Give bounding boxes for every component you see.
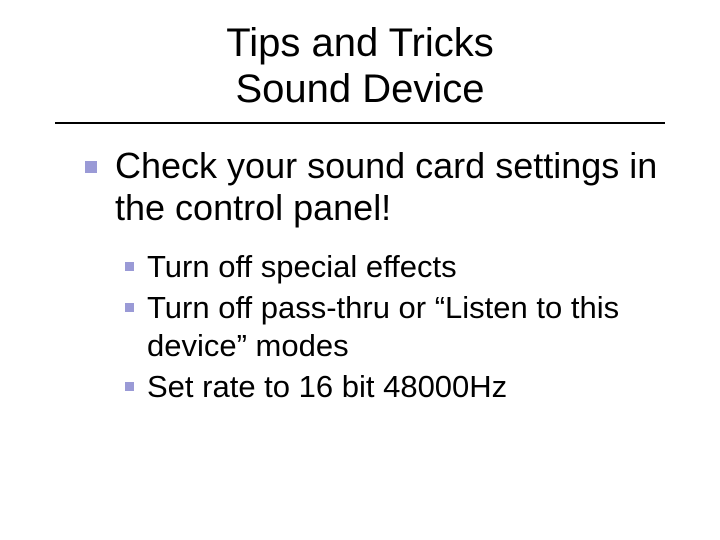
bullet-level2-group: Turn off special effects Turn off pass-t… — [147, 248, 675, 407]
title-line-2: Sound Device — [0, 66, 720, 112]
bullet-text: Check your sound card settings in the co… — [115, 145, 657, 228]
bullet-level1: Check your sound card settings in the co… — [115, 145, 675, 230]
bullet-text: Turn off special effects — [147, 249, 457, 284]
title-line-1: Tips and Tricks — [0, 20, 720, 66]
square-bullet-icon — [125, 303, 134, 312]
slide-title: Tips and Tricks Sound Device — [0, 20, 720, 112]
slide: Tips and Tricks Sound Device Check your … — [0, 0, 720, 540]
square-bullet-icon — [125, 262, 134, 271]
bullet-level2: Turn off pass-thru or “Listen to this de… — [147, 289, 675, 367]
bullet-text: Turn off pass-thru or “Listen to this de… — [147, 290, 619, 364]
square-bullet-icon — [125, 382, 134, 391]
bullet-text: Set rate to 16 bit 48000Hz — [147, 369, 507, 404]
title-underline — [55, 122, 665, 124]
slide-body: Check your sound card settings in the co… — [115, 145, 675, 409]
square-bullet-icon — [85, 161, 97, 173]
bullet-level2: Turn off special effects — [147, 248, 675, 287]
bullet-level2: Set rate to 16 bit 48000Hz — [147, 368, 675, 407]
